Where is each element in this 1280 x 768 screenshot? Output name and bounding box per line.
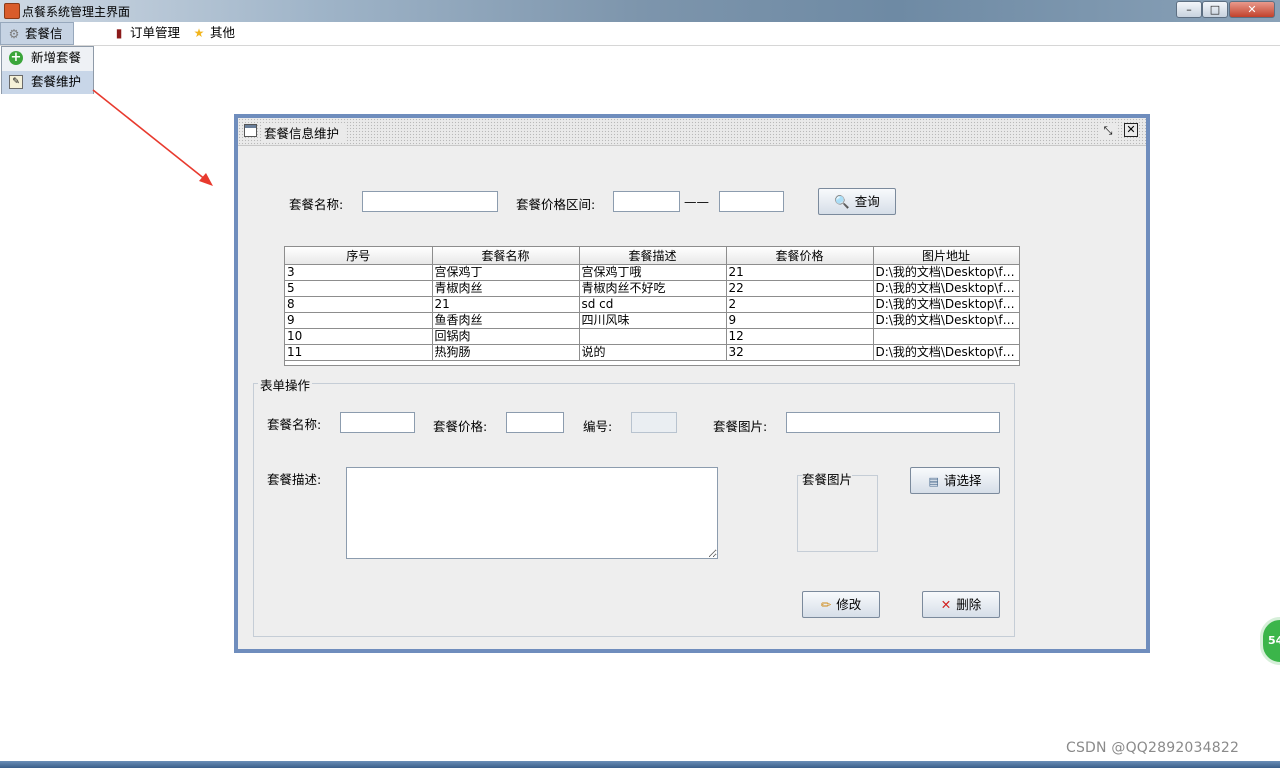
internal-frame-title-bar[interactable]: 套餐信息维护 ⤡ ✕ <box>238 118 1146 146</box>
form-image-label: 套餐图片: <box>713 419 768 434</box>
restore-icon[interactable]: ⤡ <box>1100 123 1116 139</box>
form-id-input <box>631 412 677 433</box>
table-cell[interactable]: 21 <box>725 264 874 281</box>
table-row[interactable]: 3 宫保鸡丁 宫保鸡丁哦 21 D:\我的文档\Desktop\foo... <box>285 264 1020 281</box>
table-row[interactable]: 5 青椒肉丝 青椒肉丝不好吃 22 D:\我的文档\Desktop\foo... <box>285 280 1020 297</box>
column-header[interactable]: 序号 <box>285 247 433 265</box>
table-cell[interactable]: 5 <box>285 280 433 297</box>
form-price-label: 套餐价格: <box>433 419 488 434</box>
results-table-container[interactable]: 序号 套餐名称 套餐描述 套餐价格 图片地址 3 宫保鸡丁 宫保鸡丁哦 21 D… <box>284 246 1020 366</box>
image-preview-label: 套餐图片 <box>802 469 853 488</box>
table-cell[interactable]: 10 <box>285 328 433 345</box>
table-cell[interactable]: D:\我的文档\Desktop\foo... <box>872 264 1020 281</box>
table-cell[interactable]: 宫保鸡丁 <box>431 264 580 281</box>
table-row[interactable]: 10 回锅肉 12 <box>285 328 1020 345</box>
table-cell[interactable]: 四川风味 <box>578 312 727 329</box>
price-to-input[interactable] <box>719 191 784 212</box>
search-price-range-label: 套餐价格区间: <box>516 197 596 212</box>
table-cell[interactable]: D:\我的文档\Desktop\foo... <box>872 344 1020 361</box>
column-header[interactable]: 套餐名称 <box>431 247 580 265</box>
table-header-row: 序号 套餐名称 套餐描述 套餐价格 图片地址 <box>285 247 1020 265</box>
modify-button[interactable]: ✏ 修改 <box>802 591 880 618</box>
watermark: CSDN @QQ2892034822 <box>1066 740 1240 756</box>
form-id-label: 编号: <box>583 419 613 434</box>
range-separator: —— <box>684 194 709 209</box>
choose-button-label: 请选择 <box>943 473 982 488</box>
table-row[interactable]: 9 鱼香肉丝 四川风味 9 D:\我的文档\Desktop\foo... <box>285 312 1020 329</box>
table-cell[interactable]: 12 <box>725 328 874 345</box>
table-cell[interactable]: 热狗肠 <box>431 344 580 361</box>
table-cell[interactable] <box>578 328 727 345</box>
form-image-path-input[interactable] <box>786 412 1000 433</box>
table-cell[interactable]: 9 <box>725 312 874 329</box>
table-cell[interactable]: 8 <box>285 296 433 313</box>
column-header[interactable]: 套餐价格 <box>725 247 874 265</box>
modify-button-label: 修改 <box>836 597 862 612</box>
form-desc-textarea[interactable] <box>346 467 718 559</box>
search-name-input[interactable] <box>362 191 498 212</box>
table-cell[interactable]: 青椒肉丝 <box>431 280 580 297</box>
table-cell[interactable]: 青椒肉丝不好吃 <box>578 280 727 297</box>
table-cell[interactable]: 说的 <box>578 344 727 361</box>
query-button-label: 查询 <box>854 194 880 209</box>
frame-icon <box>244 124 257 137</box>
table-row[interactable]: 8 21 sd cd 2 D:\我的文档\Desktop\foo... <box>285 296 1020 313</box>
delete-button[interactable]: ✕ 删除 <box>922 591 1000 618</box>
table-cell[interactable]: 宫保鸡丁哦 <box>578 264 727 281</box>
close-icon[interactable]: ✕ <box>1124 123 1138 137</box>
table-cell[interactable]: sd cd <box>578 296 727 313</box>
delete-icon: ✕ <box>940 597 952 612</box>
delete-button-label: 删除 <box>956 597 982 612</box>
table-cell[interactable]: 22 <box>725 280 874 297</box>
price-from-input[interactable] <box>613 191 680 212</box>
image-icon: ▤ <box>928 475 939 488</box>
table-cell[interactable]: D:\我的文档\Desktop\foo... <box>872 312 1020 329</box>
table-cell[interactable]: 32 <box>725 344 874 361</box>
internal-frame-body: 套餐信息维护 ⤡ ✕ 套餐名称: 套餐价格区间: —— 🔍 查询 序号 套餐名称 … <box>238 118 1146 649</box>
table-cell[interactable]: 9 <box>285 312 433 329</box>
table-cell[interactable]: D:\我的文档\Desktop\foo... <box>872 280 1020 297</box>
internal-frame-title: 套餐信息维护 <box>262 123 346 142</box>
pencil-icon: ✏ <box>820 597 832 612</box>
table-cell[interactable]: 鱼香肉丝 <box>431 312 580 329</box>
form-desc-label: 套餐描述: <box>267 472 322 487</box>
table-cell[interactable]: 21 <box>431 296 580 313</box>
query-button[interactable]: 🔍 查询 <box>818 188 896 215</box>
table-cell[interactable]: 2 <box>725 296 874 313</box>
column-header[interactable]: 图片地址 <box>872 247 1020 265</box>
table-cell[interactable]: 11 <box>285 344 433 361</box>
form-group-title: 表单操作 <box>258 375 313 394</box>
table-cell[interactable]: 3 <box>285 264 433 281</box>
table-cell[interactable]: 回锅肉 <box>431 328 580 345</box>
table-cell[interactable]: D:\我的文档\Desktop\foo... <box>872 296 1020 313</box>
form-name-input[interactable] <box>340 412 415 433</box>
table-cell[interactable] <box>872 328 1020 345</box>
form-price-input[interactable] <box>506 412 564 433</box>
choose-image-button[interactable]: ▤ 请选择 <box>910 467 1000 494</box>
results-table: 序号 套餐名称 套餐描述 套餐价格 图片地址 3 宫保鸡丁 宫保鸡丁哦 21 D… <box>285 247 1020 361</box>
table-row[interactable]: 11 热狗肠 说的 32 D:\我的文档\Desktop\foo... <box>285 344 1020 361</box>
search-name-label: 套餐名称: <box>289 197 344 212</box>
search-icon: 🔍 <box>834 194 850 209</box>
internal-frame: 套餐信息维护 ⤡ ✕ 套餐名称: 套餐价格区间: —— 🔍 查询 序号 套餐名称 … <box>234 114 1150 653</box>
column-header[interactable]: 套餐描述 <box>578 247 727 265</box>
taskbar <box>0 761 1280 768</box>
form-name-label: 套餐名称: <box>267 417 322 432</box>
